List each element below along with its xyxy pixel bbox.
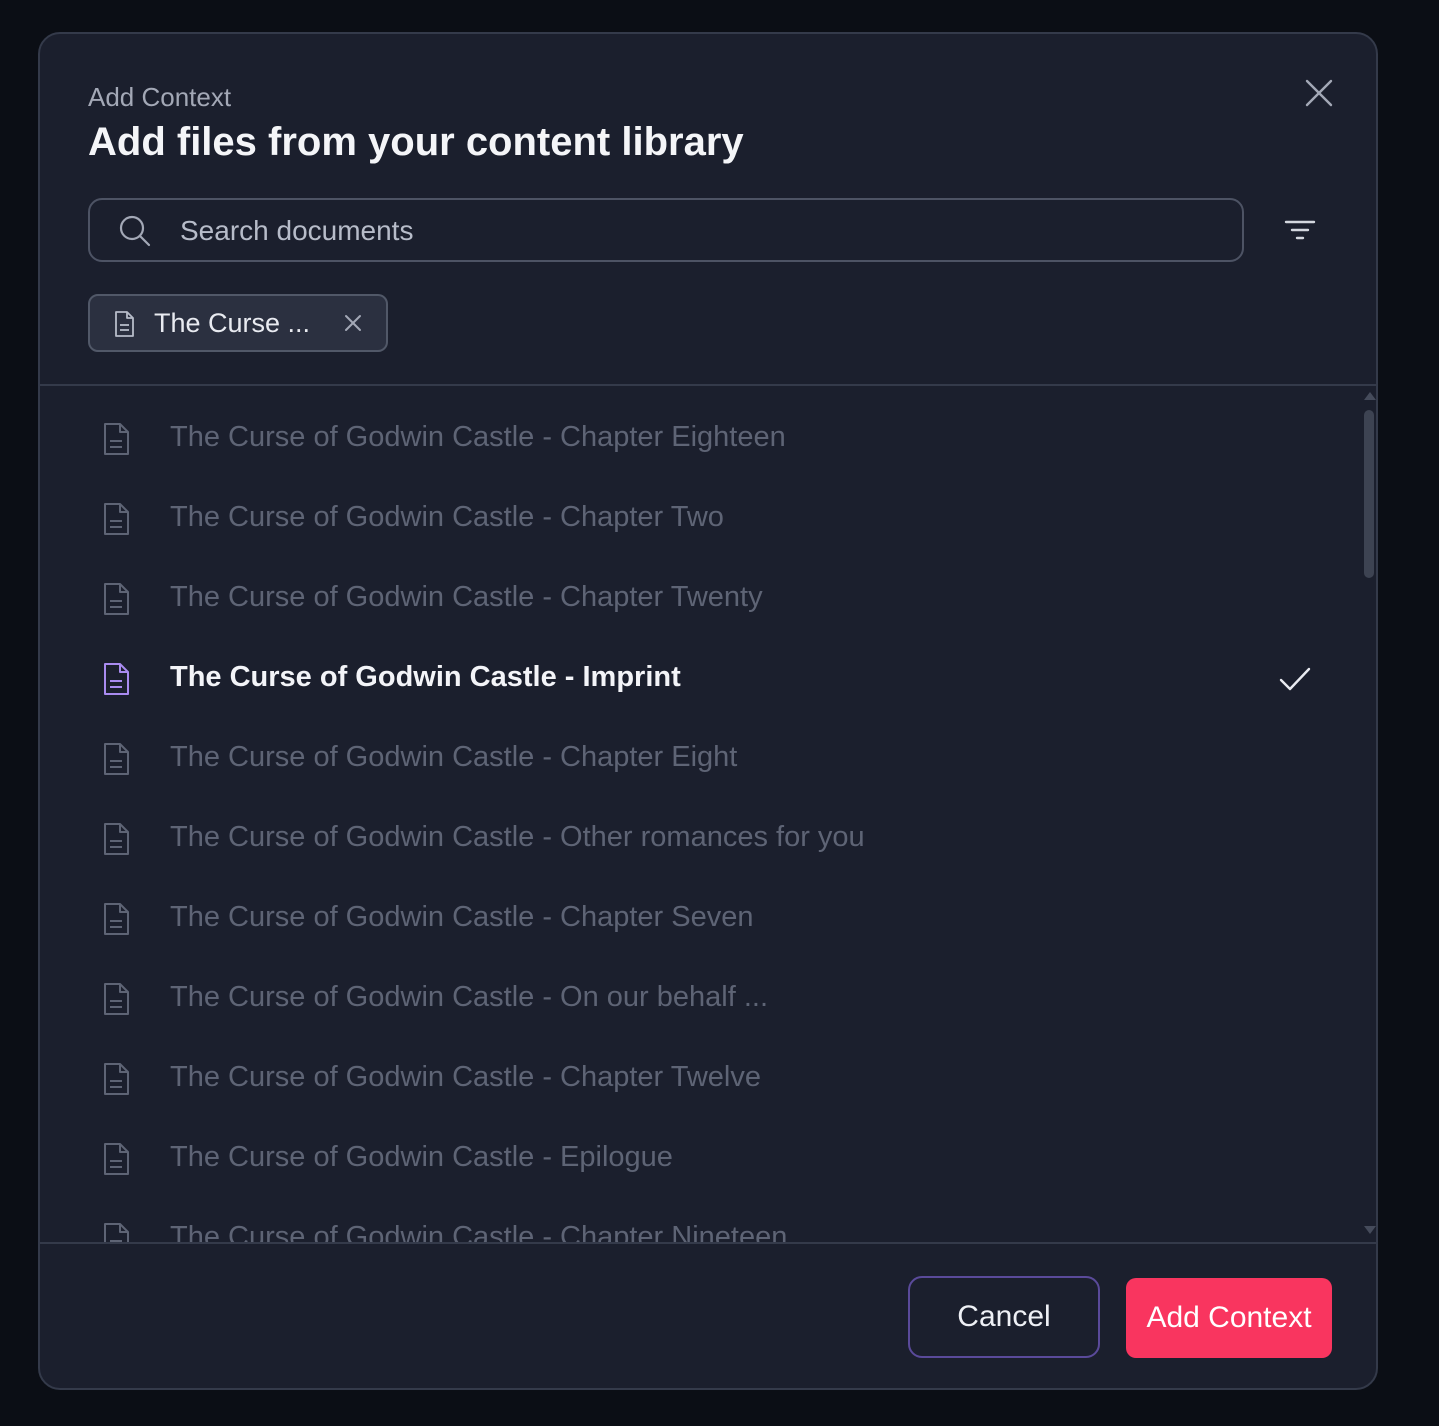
search-box: [88, 198, 1244, 262]
dialog-title: Add files from your content library: [88, 120, 744, 164]
cancel-button[interactable]: Cancel: [908, 1276, 1100, 1358]
document-list-item-label: The Curse of Godwin Castle - Chapter Twe…: [170, 581, 763, 613]
document-icon: [104, 663, 129, 695]
chip-remove-button[interactable]: [342, 312, 364, 334]
document-list-item[interactable]: The Curse of Godwin Castle - Chapter Sev…: [40, 880, 1350, 960]
document-icon: [104, 1223, 129, 1242]
add-context-button[interactable]: Add Context: [1126, 1278, 1332, 1358]
document-list-item-label: The Curse of Godwin Castle - Imprint: [170, 661, 681, 693]
chip-label: The Curse ...: [154, 308, 311, 338]
document-list-item[interactable]: The Curse of Godwin Castle - Chapter Eig…: [40, 400, 1350, 480]
document-list-item-label: The Curse of Godwin Castle - Chapter Sev…: [170, 901, 754, 933]
check-icon: [1279, 667, 1311, 691]
document-icon: [104, 1143, 129, 1175]
selected-file-chip: The Curse ...: [88, 294, 388, 352]
document-list-item[interactable]: The Curse of Godwin Castle - On our beha…: [40, 960, 1350, 1040]
document-list-item-label: The Curse of Godwin Castle - Other roman…: [170, 821, 865, 853]
document-icon: [104, 423, 129, 455]
document-list-item-label: The Curse of Godwin Castle - Chapter Eig…: [170, 741, 738, 773]
document-icon: [104, 903, 129, 935]
document-icon: [104, 743, 129, 775]
document-icon: [104, 823, 129, 855]
list-scrollbar[interactable]: [1358, 386, 1376, 1242]
document-list: The Curse of Godwin Castle - Chapter Eig…: [40, 386, 1376, 1242]
document-icon: [104, 983, 129, 1015]
document-list-item-label: The Curse of Godwin Castle - On our beha…: [170, 981, 768, 1013]
add-context-dialog: Add Context Add files from your content …: [38, 32, 1378, 1390]
document-list-item-label: The Curse of Godwin Castle - Chapter Eig…: [170, 421, 786, 453]
document-list-item[interactable]: The Curse of Godwin Castle - Chapter Two: [40, 480, 1350, 560]
document-list-item[interactable]: The Curse of Godwin Castle - Imprint: [40, 640, 1350, 720]
document-list-item[interactable]: The Curse of Godwin Castle - Chapter Eig…: [40, 720, 1350, 800]
document-list-item-label: The Curse of Godwin Castle - Epilogue: [170, 1141, 673, 1173]
search-icon: [119, 215, 151, 247]
filter-icon: [1284, 220, 1316, 240]
document-icon: [115, 311, 134, 337]
document-list-item-label: The Curse of Godwin Castle - Chapter Twe…: [170, 1061, 762, 1093]
scroll-thumb[interactable]: [1364, 410, 1374, 578]
document-list-item-label: The Curse of Godwin Castle - Chapter Nin…: [170, 1221, 788, 1242]
document-icon: [104, 1063, 129, 1095]
document-list-item-label: The Curse of Godwin Castle - Chapter Two: [170, 501, 724, 533]
document-icon: [104, 503, 129, 535]
close-icon: [345, 315, 361, 331]
scroll-up-arrow-icon[interactable]: [1364, 392, 1376, 400]
document-list-item[interactable]: The Curse of Godwin Castle - Epilogue: [40, 1120, 1350, 1200]
document-list-item[interactable]: The Curse of Godwin Castle - Other roman…: [40, 800, 1350, 880]
list-bottom-divider: [40, 1242, 1376, 1244]
close-icon: [1305, 79, 1333, 107]
document-icon: [104, 583, 129, 615]
document-list-item[interactable]: The Curse of Godwin Castle - Chapter Twe…: [40, 560, 1350, 640]
document-list-item[interactable]: The Curse of Godwin Castle - Chapter Nin…: [40, 1200, 1350, 1242]
dialog-eyebrow: Add Context: [88, 82, 232, 112]
document-list-item[interactable]: The Curse of Godwin Castle - Chapter Twe…: [40, 1040, 1350, 1120]
close-button[interactable]: [1302, 76, 1336, 110]
search-input[interactable]: [178, 208, 1222, 254]
filter-button[interactable]: [1284, 216, 1316, 244]
scroll-down-arrow-icon[interactable]: [1364, 1226, 1376, 1234]
